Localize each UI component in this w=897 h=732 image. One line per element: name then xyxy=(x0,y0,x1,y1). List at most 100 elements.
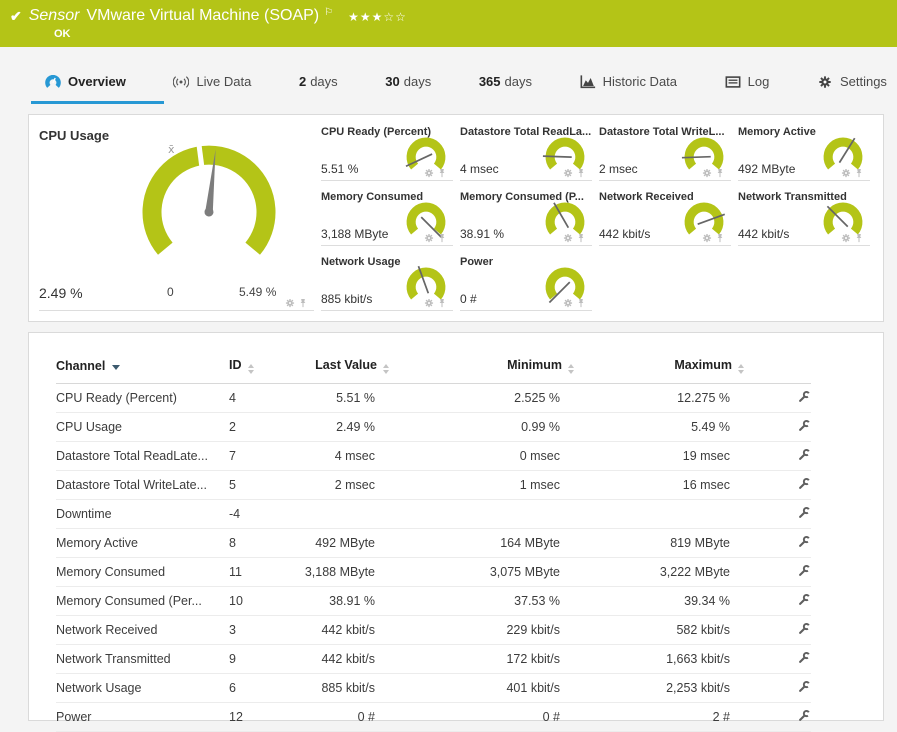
channel-maximum: 12.275 % xyxy=(677,391,730,405)
pin-icon[interactable] xyxy=(437,168,447,178)
channel-name[interactable]: Network Usage xyxy=(56,674,229,703)
channel-name[interactable]: Network Received xyxy=(56,616,229,645)
gear-icon[interactable] xyxy=(285,298,295,308)
pin-icon[interactable] xyxy=(576,233,586,243)
channel-last-value: 5.51 % xyxy=(336,391,375,405)
sort-desc-icon xyxy=(112,365,121,370)
pin-icon[interactable] xyxy=(437,298,447,308)
channel-row[interactable]: Memory Consumed 11 3,188 MByte 3,075 MBy… xyxy=(56,558,811,587)
gear-icon[interactable] xyxy=(702,233,712,243)
tab-bar: Overview Live Data 2 days 30 days 365 da… xyxy=(0,47,897,104)
tab-settings[interactable]: Settings xyxy=(817,74,887,104)
channel-name[interactable]: CPU Usage xyxy=(56,413,229,442)
channel-settings-wrench-icon[interactable] xyxy=(798,390,811,403)
channel-name[interactable]: Network Transmitted xyxy=(56,645,229,674)
channel-row[interactable]: CPU Usage 2 2.49 % 0.99 % 5.49 % xyxy=(56,413,811,442)
gauge-needle xyxy=(838,137,856,164)
channel-name[interactable]: Power xyxy=(56,703,229,732)
channel-row[interactable]: Datastore Total WriteLate... 5 2 msec 1 … xyxy=(56,471,811,500)
channel-settings-wrench-icon[interactable] xyxy=(798,535,811,548)
gear-icon[interactable] xyxy=(702,168,712,178)
col-header-minimum[interactable]: Minimum xyxy=(389,353,574,384)
channel-settings-wrench-icon[interactable] xyxy=(798,622,811,635)
tab-365-days[interactable]: 365 days xyxy=(479,74,532,104)
channel-name[interactable]: CPU Ready (Percent) xyxy=(56,384,229,413)
col-header-last-value[interactable]: Last Value xyxy=(289,353,389,384)
gauge-grid: CPU Usage x̄ 2.49 % 0 5.49 % CPU Ready (… xyxy=(29,115,883,311)
channel-id: 5 xyxy=(229,478,236,492)
average-marker-label: x̄ xyxy=(168,143,175,156)
sort-both-icon xyxy=(738,364,744,374)
pin-icon[interactable] xyxy=(576,168,586,178)
tab-live-data[interactable]: Live Data xyxy=(173,74,251,104)
channel-row[interactable]: CPU Ready (Percent) 4 5.51 % 2.525 % 12.… xyxy=(56,384,811,413)
channel-settings-wrench-icon[interactable] xyxy=(798,593,811,606)
channel-minimum: 172 kbit/s xyxy=(506,652,560,666)
mini-gauge-panel: Network Transmitted 442 kbit/s xyxy=(738,187,870,246)
channel-settings-wrench-icon[interactable] xyxy=(798,709,811,722)
channel-maximum: 16 msec xyxy=(682,478,730,492)
channel-settings-wrench-icon[interactable] xyxy=(798,506,811,519)
pin-icon[interactable] xyxy=(576,298,586,308)
tab-2-days[interactable]: 2 days xyxy=(299,74,338,104)
channel-row[interactable]: Memory Active 8 492 MByte 164 MByte 819 … xyxy=(56,529,811,558)
channel-row[interactable]: Memory Consumed (Per... 10 38.91 % 37.53… xyxy=(56,587,811,616)
channel-row[interactable]: Network Usage 6 885 kbit/s 401 kbit/s 2,… xyxy=(56,674,811,703)
channel-name[interactable]: Datastore Total ReadLate... xyxy=(56,442,229,471)
tab-historic-data[interactable]: Historic Data xyxy=(580,74,677,104)
pin-icon[interactable] xyxy=(715,168,725,178)
channel-id: 6 xyxy=(229,681,236,695)
channel-name[interactable]: Memory Consumed xyxy=(56,558,229,587)
channel-row[interactable]: Network Transmitted 9 442 kbit/s 172 kbi… xyxy=(56,645,811,674)
channel-name[interactable]: Memory Consumed (Per... xyxy=(56,587,229,616)
channel-table: Channel ID Last Value Minimum Maximum CP… xyxy=(56,353,811,732)
pin-icon[interactable] xyxy=(298,298,308,308)
gear-icon[interactable] xyxy=(563,298,573,308)
pin-icon[interactable] xyxy=(854,233,864,243)
channel-id: 12 xyxy=(229,710,243,724)
channel-settings-wrench-icon[interactable] xyxy=(798,564,811,577)
mini-gauge-value: 492 MByte xyxy=(738,162,796,176)
channel-settings-wrench-icon[interactable] xyxy=(798,448,811,461)
mini-gauge-panel: Datastore Total ReadLa... 4 msec xyxy=(460,122,592,181)
mini-gauge-value: 2 msec xyxy=(599,162,638,176)
channel-row[interactable]: Downtime -4 xyxy=(56,500,811,529)
channel-last-value: 38.91 % xyxy=(329,594,375,608)
gear-icon[interactable] xyxy=(841,233,851,243)
tab-30-days[interactable]: 30 days xyxy=(385,74,431,104)
gauges-panel: CPU Usage x̄ 2.49 % 0 5.49 % CPU Ready (… xyxy=(28,114,884,322)
priority-stars[interactable]: ★★★☆☆ xyxy=(348,7,407,26)
cpu-usage-gauge: x̄ xyxy=(142,140,276,255)
gauge-needle xyxy=(405,153,433,168)
col-header-channel[interactable]: Channel xyxy=(56,353,229,384)
tab-overview[interactable]: Overview xyxy=(31,74,164,104)
gear-icon[interactable] xyxy=(424,298,434,308)
gear-icon[interactable] xyxy=(563,168,573,178)
channel-settings-wrench-icon[interactable] xyxy=(798,419,811,432)
channel-last-value: 885 kbit/s xyxy=(321,681,375,695)
channel-settings-wrench-icon[interactable] xyxy=(798,651,811,664)
pin-icon[interactable] xyxy=(437,233,447,243)
channel-last-value: 0 # xyxy=(357,710,375,724)
channel-row[interactable]: Power 12 0 # 0 # 2 # xyxy=(56,703,811,732)
col-header-maximum[interactable]: Maximum xyxy=(574,353,744,384)
tab-log[interactable]: Log xyxy=(725,74,769,104)
col-header-id[interactable]: ID xyxy=(229,353,289,384)
gear-icon[interactable] xyxy=(563,233,573,243)
pin-icon[interactable] xyxy=(854,168,864,178)
channel-settings-wrench-icon[interactable] xyxy=(798,680,811,693)
channel-settings-wrench-icon[interactable] xyxy=(798,477,811,490)
channel-name[interactable]: Datastore Total WriteLate... xyxy=(56,471,229,500)
channel-id: -4 xyxy=(229,507,241,521)
gear-icon[interactable] xyxy=(841,168,851,178)
mini-gauge-value: 5.51 % xyxy=(321,162,359,176)
pin-icon[interactable] xyxy=(715,233,725,243)
channel-row[interactable]: Network Received 3 442 kbit/s 229 kbit/s… xyxy=(56,616,811,645)
channel-minimum xyxy=(389,500,574,529)
gear-icon[interactable] xyxy=(424,233,434,243)
channel-name[interactable]: Memory Active xyxy=(56,529,229,558)
channel-name[interactable]: Downtime xyxy=(56,500,229,529)
flag-icon[interactable]: ⚐ xyxy=(324,4,333,22)
gear-icon[interactable] xyxy=(424,168,434,178)
channel-row[interactable]: Datastore Total ReadLate... 7 4 msec 0 m… xyxy=(56,442,811,471)
